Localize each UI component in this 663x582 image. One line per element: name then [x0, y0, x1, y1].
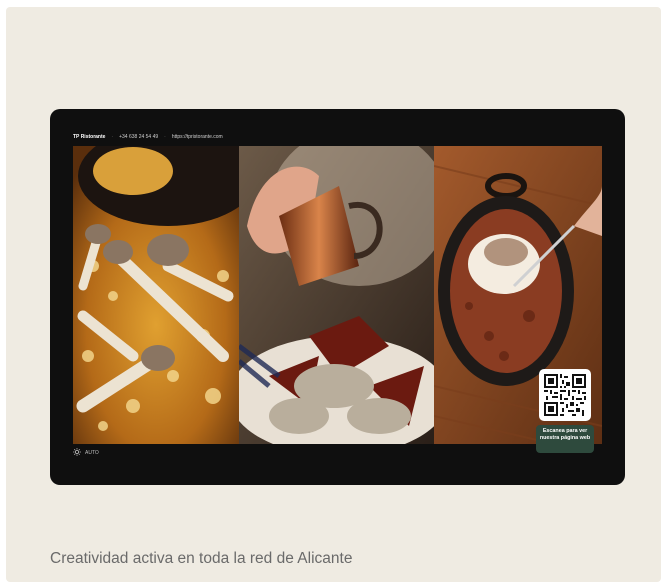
phone-number: +34 638 24 54 49: [119, 134, 159, 140]
qr-code[interactable]: [539, 369, 591, 421]
qr-code-widget[interactable]: Escanea para ver nuestra página web: [536, 369, 594, 455]
website-url: https://tpristorante.com: [171, 134, 223, 140]
food-photo-mushroom-rice: [73, 146, 239, 444]
food-photo-pouring-sauce: [239, 146, 434, 444]
screen-bottombar: AUTO: [73, 447, 603, 459]
qr-caption: Escanea para ver nuestra página web: [536, 425, 594, 453]
brightness-mode-label: AUTO: [85, 450, 99, 456]
separator: ·: [164, 134, 166, 140]
card-caption: Creatividad activa en toda la red de Ali…: [50, 550, 353, 567]
screen-topbar: TP Ristorante · +34 638 24 54 49 · https…: [73, 131, 603, 143]
sun-icon: [73, 448, 81, 458]
brand-name: TP Ristorante: [73, 134, 106, 140]
separator: ·: [111, 134, 114, 140]
